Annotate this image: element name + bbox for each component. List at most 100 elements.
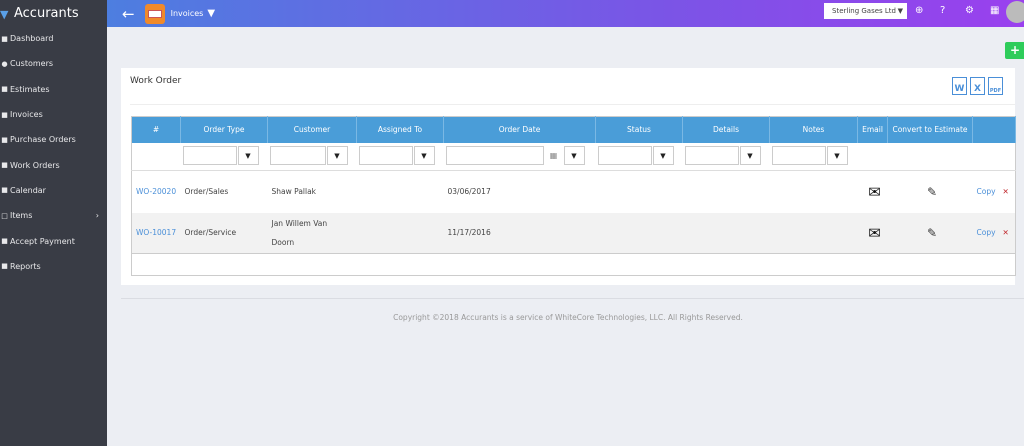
filter-icon[interactable]: ▼ [563,145,585,165]
gear-icon[interactable]: ⚙ [965,5,974,16]
col-notes[interactable]: Notes [769,116,858,143]
status-filter-input[interactable] [597,145,652,165]
sidebar-item-purchase-orders[interactable]: ■ Purchase Orders [0,127,107,152]
sidebar-item-label: Customers [10,59,54,69]
customer: Shaw Pallak [271,187,317,197]
copyright: Copyright ©2018 Accurants is a service o… [393,313,743,322]
avatar[interactable] [1006,1,1024,23]
sidebar-item-calendar[interactable]: ■ Calendar [0,178,107,203]
help-icon[interactable]: ? [940,5,945,16]
sidebar-item-invoices[interactable]: ■ Invoices [0,102,107,127]
caret-down-icon[interactable]: ▼ [207,8,215,19]
table-header: # Order Type Customer Assigned To Order … [131,116,1016,143]
purchase-icon: ■ [1,135,8,144]
add-button[interactable]: + [1005,42,1024,59]
company-select[interactable]: Sterling Gases Ltd ▼ [824,3,907,19]
edit-icon[interactable]: ✎ [887,212,973,254]
assigned-to [356,212,444,254]
divider [130,104,1015,105]
notes-filter-input[interactable] [771,145,826,165]
col-number[interactable]: # [131,116,181,143]
order-type: Order/Sales [184,187,229,197]
sidebar-item-customers[interactable]: ● Customers [0,51,107,76]
sidebar-item-label: Calendar [10,185,46,195]
sidebar-item-items[interactable]: □ Items › [0,203,107,228]
col-status[interactable]: Status [595,116,683,143]
filter-icon[interactable]: ▼ [652,145,674,165]
calendar-icon[interactable]: ▦ [545,151,563,160]
col-details[interactable]: Details [682,116,770,143]
estimate-icon: ■ [1,85,8,94]
col-assigned-to[interactable]: Assigned To [356,116,444,143]
work-order-table: # Order Type Customer Assigned To Order … [131,116,1016,276]
dashboard-icon: ■ [1,34,8,43]
order-type-filter-input[interactable] [182,145,237,165]
copy-link[interactable]: Copy [977,228,996,237]
order-id-link[interactable]: WO-10017 [136,228,176,237]
assigned-filter-input[interactable] [358,145,413,165]
customer: Jan Willem Van Doorn [267,212,357,254]
details-filter-input[interactable] [684,145,739,165]
sidebar-item-accept-payment[interactable]: ■ Accept Payment [0,228,107,253]
items-icon: □ [1,211,8,220]
back-arrow-icon[interactable]: ← [122,5,135,23]
col-customer[interactable]: Customer [267,116,357,143]
filter-row: ▼ ▼ ▼ ▦ ▼ ▼ ▼ ▼ [131,142,1016,171]
plus-circle-icon[interactable]: ⊕ [915,5,923,16]
export-excel-icon[interactable]: X [970,77,985,95]
table-row: WO-10017 Order/Service Jan Willem Van Do… [131,212,1016,254]
filter-icon[interactable]: ▼ [826,145,848,165]
app-title[interactable]: Invoices [171,9,204,18]
export-pdf-icon[interactable]: PDF [988,77,1003,95]
filter-icon[interactable]: ▼ [237,145,259,165]
col-order-date[interactable]: Order Date [443,116,596,143]
sidebar-item-estimates[interactable]: ■ Estimates [0,77,107,102]
sidebar-item-reports[interactable]: ■ Reports [0,254,107,279]
filter-icon[interactable]: ▼ [739,145,761,165]
order-date: 11/17/2016 [443,212,596,254]
copy-link[interactable]: Copy [977,187,996,196]
col-order-type[interactable]: Order Type [180,116,268,143]
delete-icon[interactable]: ✕ [1003,187,1009,196]
company-name: Sterling Gases Ltd [832,7,896,15]
brand-name: Accurants [14,5,79,21]
sidebar-item-label: Work Orders [10,160,60,170]
apps-grid-icon[interactable]: ▦ [990,5,999,16]
work-order-card: Work Order W X PDF # Order Type Customer… [121,68,1016,285]
sidebar-item-label: Items [10,211,33,221]
filter-icon[interactable]: ▼ [413,145,435,165]
sidebar-item-work-orders[interactable]: ■ Work Orders [0,152,107,177]
envelope-icon[interactable]: ✉ [858,171,888,213]
sidebar-item-dashboard[interactable]: ■ Dashboard [0,26,107,51]
export-word-label: W [954,84,965,94]
col-convert: Convert to Estimate [887,116,973,143]
sidebar: ▼ Accurants ■ Dashboard ● Customers ■ Estima… [0,0,107,446]
edit-icon[interactable]: ✎ [888,171,973,213]
order-date: 03/06/2017 [447,187,491,197]
customer-filter-input[interactable] [269,145,326,165]
sidebar-item-label: Invoices [10,110,43,120]
payment-icon: ■ [1,237,8,246]
export-word-icon[interactable]: W [952,77,967,95]
order-type: Order/Service [180,212,268,254]
calendar-icon: ■ [1,186,8,195]
order-id-link[interactable]: WO-20020 [136,187,176,196]
col-email: Email [857,116,888,143]
export-excel-label: X [974,84,981,94]
delete-icon[interactable]: ✕ [1003,228,1009,237]
export-pdf-label: PDF [989,88,1002,94]
filter-icon[interactable]: ▼ [326,145,348,165]
sidebar-item-label: Dashboard [10,34,54,44]
envelope-icon[interactable]: ✉ [857,212,888,254]
logo-icon: ▼ [0,8,9,21]
page-title: Work Order [130,76,182,86]
footer-divider [121,298,1024,299]
caret-down-icon: ▼ [897,7,903,15]
sidebar-item-label: Reports [10,261,41,271]
export-buttons: W X PDF [952,77,1003,95]
workorder-icon: ■ [1,161,8,170]
assigned-to [357,171,444,213]
sidebar-item-label: Purchase Orders [10,135,76,145]
brand[interactable]: ▼ Accurants [0,0,107,26]
order-date-filter-input[interactable] [445,145,544,165]
